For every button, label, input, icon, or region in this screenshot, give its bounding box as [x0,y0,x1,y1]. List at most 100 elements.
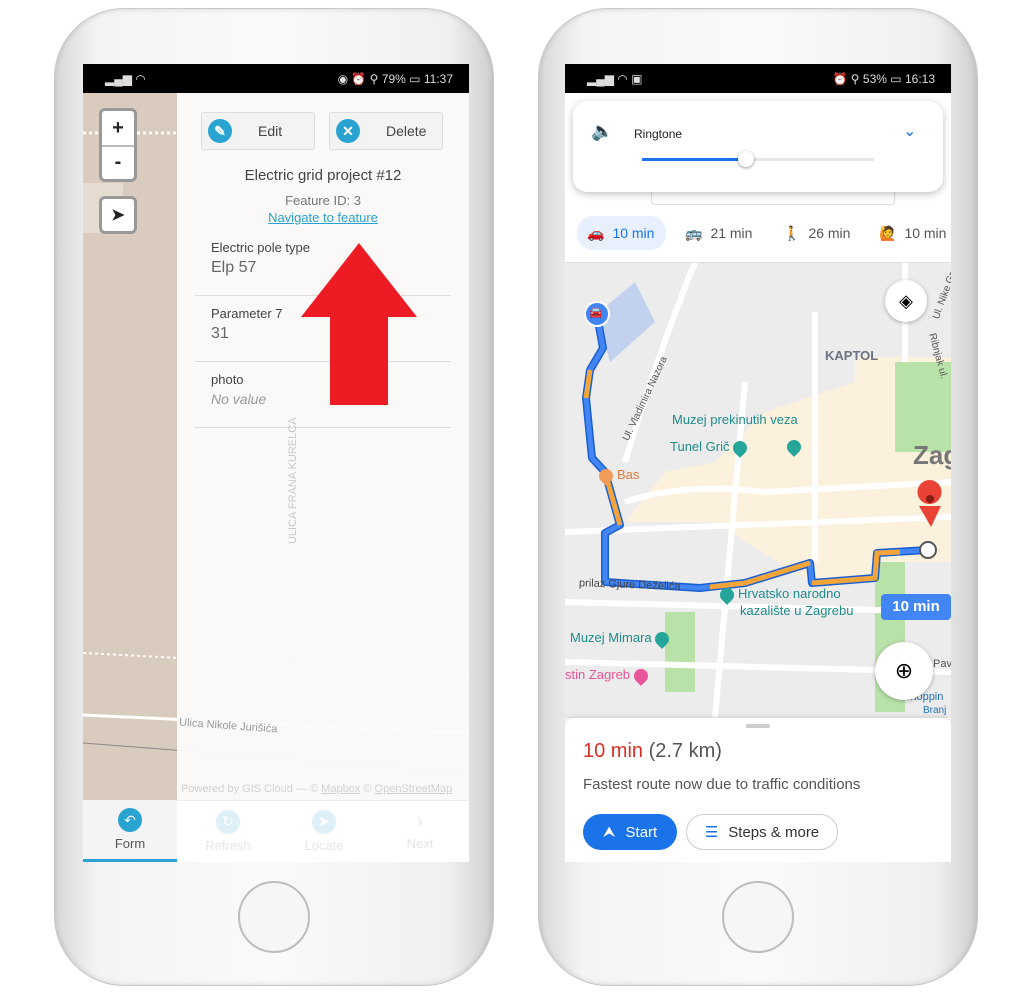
volume-slider[interactable] [642,151,874,167]
home-button[interactable] [238,881,310,953]
street-label: ULICA FRANA KURELCA [287,417,299,544]
map-label: KAPTOL [825,348,879,363]
delete-label: Delete [386,123,427,139]
left-screen: + - ➤ ✎ Edit ✕ Delete Electric grid projec… [83,64,469,862]
mode-time: 21 min [710,225,753,241]
status-icons: ◉ ⏰ ⚲ [337,71,382,86]
car-marker-icon: 🚘 [589,307,603,319]
navigation-icon: ⮝ [602,823,616,841]
ride-icon: 🙋 [879,224,897,241]
attraction-pin-icon [730,437,751,458]
my-location-button[interactable]: ⊕ [875,642,933,700]
nav-label: Next [406,836,434,851]
pencil-icon: ✎ [208,119,232,143]
list-icon: ☰ [704,824,719,841]
mode-time: 10 min [904,225,947,241]
car-icon: 🚗 [587,224,605,241]
mapbox-link[interactable]: Mapbox [321,783,360,795]
map-label: kazalište u Zagrebu [740,603,854,618]
zoom-control: + - [99,108,137,182]
navigation-arrow-icon: ➤ [111,207,125,224]
steps-button[interactable]: ☰ Steps & more [686,814,838,850]
locate-me-button[interactable]: ➤ [99,196,137,234]
zoom-in-button[interactable]: + [112,111,124,145]
map-label[interactable]: Muzej prekinutih veza [672,412,798,427]
walk-icon: 🚶 [783,224,801,241]
map-label: Pav [933,658,951,670]
route-time: 10 min [583,740,644,762]
speaker-icon: 🔈 [591,121,614,141]
map-label[interactable]: Tunel Grič [670,437,751,458]
volume-fill [642,158,747,161]
nav-locate[interactable]: ➤ Locate [277,800,371,862]
chevron-down-icon[interactable]: ⌄ [903,121,916,141]
nav-form[interactable]: ↶ Form [83,800,177,862]
chevron-right-icon: › [417,811,423,831]
crosshair-icon: ⊕ [894,658,914,683]
mode-time: 10 min [612,225,655,241]
start-button[interactable]: ⮝ Start [583,814,677,850]
signal-wifi-icon: ▂▄▆ ◠ ▣ [587,71,643,86]
restaurant-pin-icon [596,465,616,486]
map-label[interactable]: Hrvatsko narodno [717,584,841,605]
steps-label: Steps & more [728,823,820,841]
volume-label: Ringtone [634,127,683,141]
signal-wifi-icon: ▂▄▆ ◠ [105,71,146,86]
layers-icon: ◈ [899,290,913,311]
nav-label: Locate [304,837,344,853]
mode-time: 26 min [808,225,851,241]
home-button[interactable] [722,881,794,953]
status-bar: ▂▄▆ ◠ ◉ ⏰ ⚲ 79% ▭ 11:37 [83,64,469,93]
directions-header: 🔈 Ringtone ⌄ 🚗 10 min 🚌 21 min 🚶 26 min 🙋 10… [565,93,951,263]
hotel-pin-icon [630,665,651,686]
navigate-to-feature-link[interactable]: Navigate to feature [177,210,469,225]
attribution-text: Powered by GIS Cloud — © [181,783,319,795]
map-view[interactable]: 🚘 KAPTOL Ul. Vladimira Nazora Muzej prek… [565,262,951,718]
status-bar: ▂▄▆ ◠ ▣ ⏰ ⚲ 53% ▭ 16:13 [565,64,951,93]
delete-button[interactable]: ✕ Delete [329,112,443,150]
clock: 16:13 [904,71,935,86]
right-screen: 🚘 KAPTOL Ul. Vladimira Nazora Muzej prek… [565,64,951,862]
start-label: Start [625,823,658,841]
map-label: Zag [913,440,951,470]
feature-panel: ✎ Edit ✕ Delete Electric grid project #12 … [177,93,469,800]
feature-id: Feature ID: 3 [285,193,361,208]
edit-label: Edit [258,123,283,139]
route-summary: 10 min (2.7 km) [583,740,722,763]
undo-icon: ↶ [118,808,142,832]
locate-icon: ➤ [312,809,336,834]
battery-level: 79% [381,71,406,86]
zoom-out-button[interactable]: - [102,145,134,179]
mode-walking[interactable]: 🚶 26 min [783,216,850,250]
mode-transit[interactable]: 🚌 21 min [685,216,752,250]
battery-icon: ▭ [890,71,902,86]
feature-title: Electric grid project #12 [244,167,402,184]
battery-icon: ▭ [409,71,421,86]
layers-button[interactable]: ◈ [885,280,927,322]
map-label[interactable]: Muzej Mimara [570,628,673,649]
volume-thumb[interactable] [738,151,755,167]
openstreetmap-link[interactable]: OpenStreetMap [375,783,453,795]
route-sheet: 10 min (2.7 km) Fastest route now due to… [565,718,951,862]
map-attribution: Powered by GIS Cloud — © Mapbox © OpenSt… [181,783,453,795]
map-label: Branj [923,705,947,716]
volume-panel: 🔈 Ringtone ⌄ [573,101,943,192]
mode-driving[interactable]: 🚗 10 min [577,216,667,250]
museum-pin-icon [652,628,673,649]
route-time-callout[interactable]: 10 min [881,594,951,620]
battery-level: 53% [862,71,887,86]
map-label[interactable]: Bas [596,465,639,486]
drag-handle[interactable] [746,724,770,728]
nav-label: Refresh [205,837,251,853]
mode-ride[interactable]: 🙋 10 min [879,216,946,250]
edit-button[interactable]: ✎ Edit [201,112,315,150]
refresh-icon: ↻ [216,809,240,834]
red-arrow-annotation [301,243,417,405]
clock: 11:37 [423,71,453,86]
status-icons: ⏰ ⚲ [832,71,863,86]
nav-next[interactable]: › Next [373,800,467,862]
route-distance: (2.7 km) [648,740,722,762]
theater-pin-icon [717,584,737,605]
map-label[interactable]: stin Zagreb [565,665,652,686]
nav-refresh[interactable]: ↻ Refresh [181,800,275,862]
